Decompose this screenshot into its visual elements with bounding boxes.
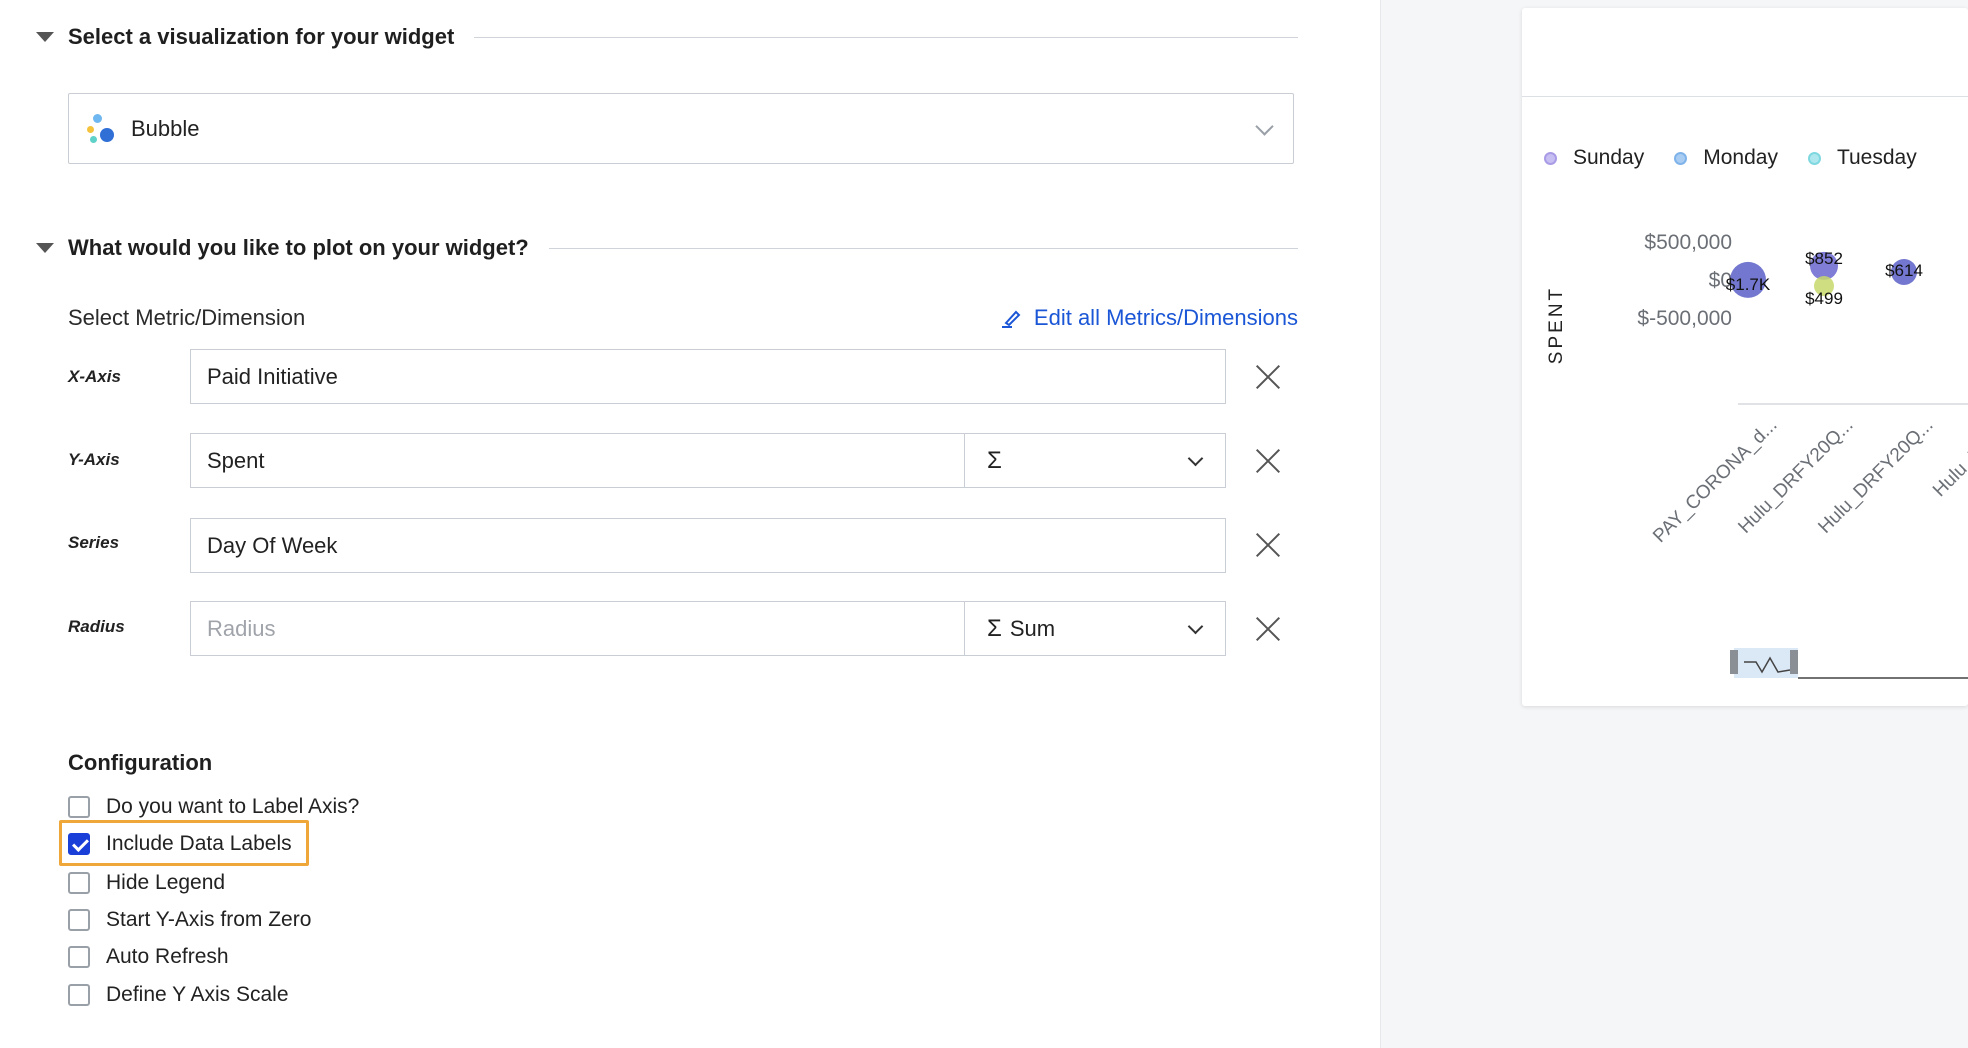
section-divider bbox=[474, 36, 1298, 38]
plot-section-title: What would you like to plot on your widg… bbox=[68, 235, 529, 260]
collapse-caret-icon[interactable] bbox=[36, 32, 54, 42]
legend-item-monday[interactable]: Monday bbox=[1674, 146, 1778, 170]
option-label: Define Y Axis Scale bbox=[106, 983, 289, 1006]
visualization-selected-value: Bubble bbox=[131, 115, 200, 141]
option-label: Include Data Labels bbox=[106, 832, 292, 855]
x-axis-field[interactable]: Paid Initiative bbox=[190, 349, 1226, 404]
data-label: $1.7K bbox=[1726, 275, 1771, 294]
legend-label: Sunday bbox=[1573, 146, 1645, 169]
option-include-data-labels[interactable]: Include Data Labels bbox=[68, 832, 292, 856]
navigator-right-handle[interactable] bbox=[1790, 650, 1798, 674]
data-label: $614 bbox=[1885, 261, 1923, 280]
checkbox[interactable] bbox=[68, 872, 90, 894]
edit-metrics-link[interactable]: Edit all Metrics/Dimensions bbox=[968, 305, 1298, 331]
y-axis-title: SPENT bbox=[1546, 286, 1567, 364]
chevron-down-icon bbox=[1187, 618, 1204, 635]
bubble-chart-icon bbox=[87, 113, 115, 144]
remove-x-axis-icon[interactable] bbox=[1254, 363, 1282, 391]
chevron-down-icon[interactable] bbox=[1255, 117, 1274, 136]
legend-item-tuesday[interactable]: Tuesday bbox=[1807, 146, 1917, 170]
option-define-y-axis-scale[interactable]: Define Y Axis Scale bbox=[68, 983, 289, 1007]
section-divider bbox=[548, 247, 1298, 249]
chart-legend: Sunday Monday Tuesday bbox=[1544, 146, 1947, 170]
remove-series-icon[interactable] bbox=[1254, 531, 1282, 559]
legend-dot bbox=[1807, 151, 1821, 165]
remove-radius-icon[interactable] bbox=[1254, 615, 1282, 643]
checkbox[interactable] bbox=[68, 796, 90, 818]
checkbox[interactable] bbox=[68, 909, 90, 931]
x-tick-label: PAY_CORONA_d... bbox=[1649, 415, 1781, 547]
range-navigator[interactable] bbox=[1730, 648, 1968, 679]
option-hide-legend[interactable]: Hide Legend bbox=[68, 871, 225, 895]
option-start-y-axis-zero[interactable]: Start Y-Axis from Zero bbox=[68, 908, 311, 932]
option-label: Auto Refresh bbox=[106, 945, 229, 968]
checkbox[interactable] bbox=[68, 946, 90, 968]
option-label: Hide Legend bbox=[106, 871, 226, 894]
navigator-window[interactable] bbox=[1734, 648, 1798, 678]
radius-aggregation-label: Sum bbox=[1009, 615, 1056, 641]
configuration-title: Configuration bbox=[68, 750, 213, 775]
x-axis-ticks: PAY_CORONA_d...Hulu_DRFY20Q...Hulu_DRFY2… bbox=[1649, 414, 1968, 547]
y-axis-ticks: $500,000$0$-500,000 bbox=[1637, 231, 1732, 330]
y-axis-label: Y-Axis bbox=[68, 450, 120, 469]
plot-section-header[interactable]: What would you like to plot on your widg… bbox=[36, 233, 1298, 263]
remove-y-axis-icon[interactable] bbox=[1254, 447, 1282, 475]
card-divider bbox=[1522, 96, 1968, 97]
navigator-left-handle[interactable] bbox=[1730, 650, 1738, 674]
series-field[interactable]: Day Of Week bbox=[190, 518, 1226, 573]
y-axis-aggregation-select[interactable]: Σ bbox=[964, 433, 1226, 488]
visualization-section-header[interactable]: Select a visualization for your widget bbox=[36, 22, 1298, 52]
y-tick-label: $500,000 bbox=[1644, 231, 1732, 254]
sigma-icon: Σ bbox=[987, 614, 1002, 642]
collapse-caret-icon[interactable] bbox=[36, 243, 54, 253]
option-label: Start Y-Axis from Zero bbox=[106, 908, 312, 931]
chart-points: $1.7K $852 $499 $614 bbox=[1726, 249, 1923, 308]
sigma-icon: Σ bbox=[987, 446, 1002, 474]
y-tick-label: $-500,000 bbox=[1637, 307, 1732, 330]
legend-dot bbox=[1674, 151, 1688, 165]
series-label: Series bbox=[68, 533, 120, 552]
y-axis-field[interactable]: Spent bbox=[190, 433, 965, 488]
radius-label: Radius bbox=[68, 617, 125, 636]
pencil-icon bbox=[1001, 310, 1021, 328]
legend-dot bbox=[1544, 151, 1557, 165]
checkbox[interactable] bbox=[68, 984, 90, 1006]
edit-metrics-link-label: Edit all Metrics/Dimensions bbox=[1033, 305, 1298, 330]
option-label-axis[interactable]: Do you want to Label Axis? bbox=[68, 795, 359, 819]
visualization-section-title: Select a visualization for your widget bbox=[68, 24, 455, 49]
legend-label: Monday bbox=[1703, 146, 1778, 169]
legend-item-sunday[interactable]: Sunday bbox=[1544, 146, 1644, 170]
widget-config-panel: Select a visualization for your widget B… bbox=[0, 0, 1380, 1048]
bubble-chart: SPENT $500,000$0$-500,000 PAY_CORONA_d..… bbox=[1546, 231, 1968, 679]
data-label: $499 bbox=[1805, 289, 1843, 308]
option-label: Do you want to Label Axis? bbox=[106, 795, 360, 818]
select-metric-label: Select Metric/Dimension bbox=[68, 305, 306, 330]
radius-aggregation-select[interactable]: Σ Sum bbox=[964, 601, 1226, 656]
data-label: $852 bbox=[1805, 249, 1843, 268]
legend-label: Tuesday bbox=[1836, 146, 1917, 169]
visualization-select[interactable]: Bubble bbox=[68, 93, 1294, 164]
x-axis-label: X-Axis bbox=[68, 367, 121, 386]
chevron-down-icon bbox=[1187, 450, 1204, 467]
checkbox-checked[interactable] bbox=[68, 833, 90, 855]
radius-field[interactable]: Radius bbox=[190, 601, 965, 656]
option-auto-refresh[interactable]: Auto Refresh bbox=[68, 945, 229, 969]
